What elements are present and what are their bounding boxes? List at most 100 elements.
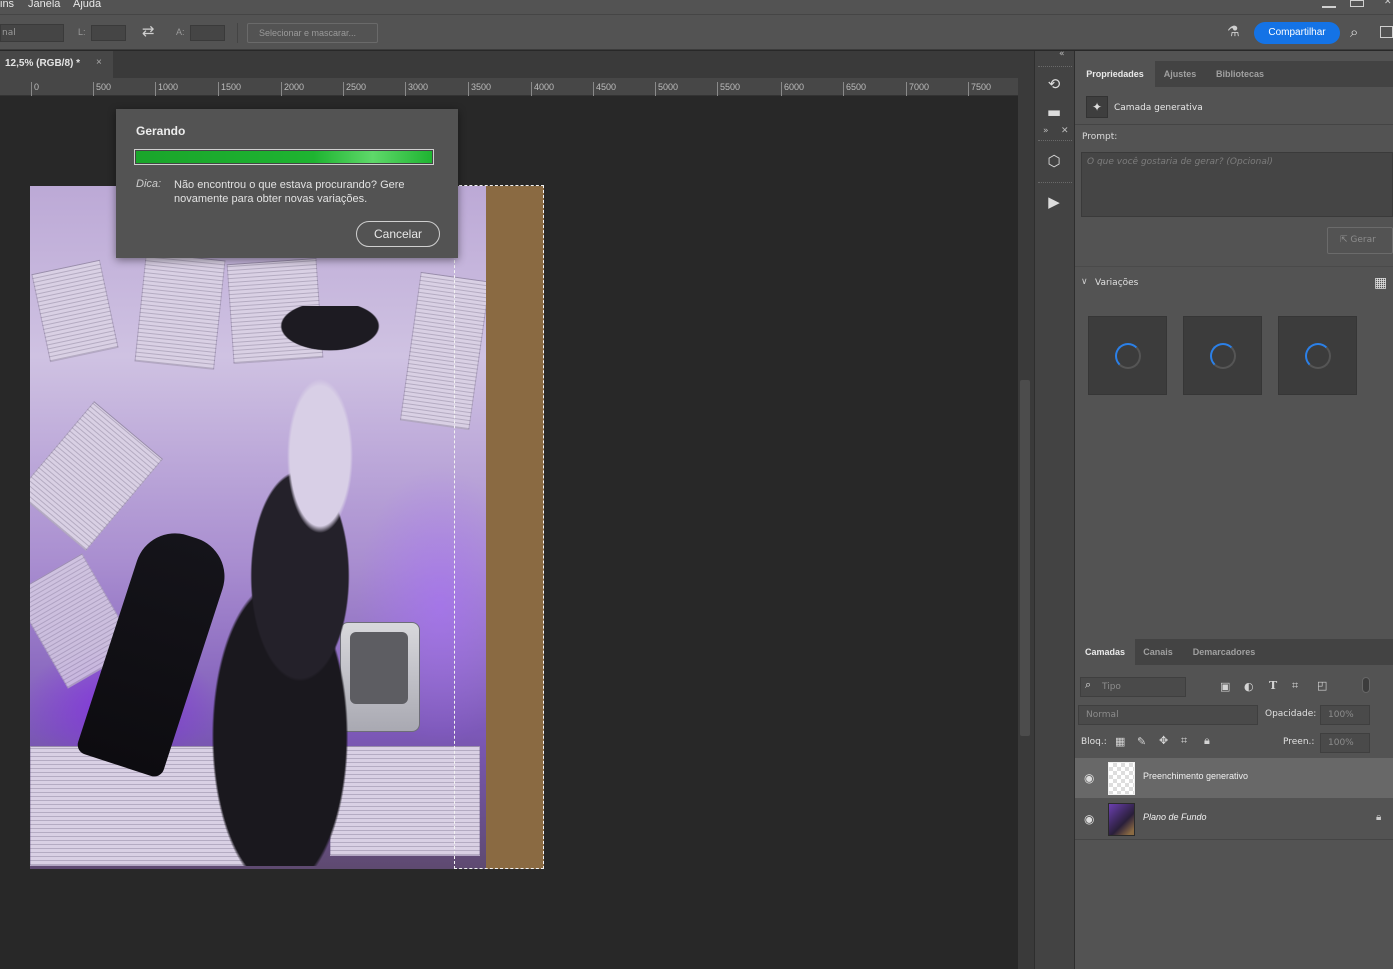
variations-label: Variações [1095, 278, 1139, 288]
ruler-tick: 6000 [781, 82, 804, 96]
select-and-mask-button[interactable]: Selecionar e mascarar... [247, 23, 378, 43]
lock-pixels-icon[interactable]: ✎ [1137, 735, 1146, 748]
filter-toggle[interactable] [1362, 677, 1370, 693]
smart-object-filter-icon[interactable]: ◰ [1317, 679, 1327, 692]
fill-label: Preen.: [1283, 737, 1315, 747]
maximize-icon[interactable] [1350, 0, 1364, 7]
ruler-tick: 0 [31, 82, 39, 96]
generate-icon: ⇱ [1340, 235, 1351, 245]
fill-input[interactable]: 100% [1320, 733, 1370, 753]
menu-help[interactable]: Ajuda [73, 0, 101, 10]
tip-label: Dica: [136, 178, 162, 190]
shape-filter-icon[interactable]: ⌗ [1292, 679, 1298, 693]
generating-dialog: Gerando Dica: Não encontrou o que estava… [116, 109, 458, 258]
height-input[interactable] [190, 25, 225, 41]
menu-plugins[interactable]: ins [0, 0, 14, 10]
ruler-tick: 2000 [281, 82, 304, 96]
progress-bar [134, 149, 434, 165]
minimize-icon[interactable] [1322, 0, 1336, 8]
search-icon: ⌕ [1085, 678, 1092, 691]
marquee-selection [454, 185, 544, 869]
variation-thumbnail-3[interactable] [1278, 316, 1357, 395]
expand-icon[interactable]: » [1043, 126, 1049, 136]
loading-spinner-icon [1210, 343, 1236, 369]
progress-fill [136, 151, 432, 163]
image-filter-icon[interactable]: ▣ [1220, 680, 1230, 693]
search-icon[interactable]: ⌕ [1350, 23, 1358, 41]
width-label: L: [78, 27, 86, 37]
grip [1038, 140, 1072, 144]
layer-row[interactable]: ◉ Preenchimento generativo [1075, 758, 1393, 798]
prompt-label: Prompt: [1082, 132, 1118, 142]
play-icon[interactable]: ▶ [1036, 187, 1072, 217]
ruler-tick: 3500 [468, 82, 491, 96]
comment-icon[interactable]: ▬ [1036, 97, 1072, 127]
variation-thumbnail-1[interactable] [1088, 316, 1167, 395]
lock-icon: 🔒︎ [1376, 812, 1382, 823]
tab-properties[interactable]: Propriedades [1075, 61, 1155, 87]
divider [1075, 266, 1393, 267]
grip [1038, 182, 1072, 186]
history-icon[interactable]: ⟲ [1036, 69, 1072, 99]
ruler-tick: 4500 [593, 82, 616, 96]
ruler-tick: 4000 [531, 82, 554, 96]
ruler-tick: 1500 [218, 82, 241, 96]
3d-cube-icon[interactable]: ⬡ [1036, 146, 1072, 176]
eye-icon[interactable]: ◉ [1084, 771, 1094, 785]
prompt-input[interactable]: O que você gostaria de gerar? (Opcional) [1081, 152, 1393, 217]
mode-dropdown[interactable]: nal [0, 24, 64, 42]
variation-thumbnail-2[interactable] [1183, 316, 1262, 395]
blend-mode-dropdown[interactable]: Normal [1078, 705, 1258, 725]
layer-filter-dropdown[interactable]: Tipo [1080, 677, 1186, 697]
dialog-title: Gerando [136, 124, 186, 138]
tab-paths[interactable]: Demarcadores [1181, 639, 1267, 665]
close-panel-icon[interactable]: ✕ [1061, 126, 1069, 136]
generate-button[interactable]: ⇱ Gerar [1327, 227, 1393, 254]
swap-icon[interactable]: ⇄ [142, 22, 155, 40]
layer-name: Plano de Fundo [1143, 812, 1207, 822]
ruler-tick: 3000 [405, 82, 428, 96]
layer-type-label: Camada generativa [1114, 103, 1203, 113]
ruler-tick: 1000 [155, 82, 178, 96]
scrollbar-thumb[interactable] [1020, 380, 1030, 736]
document-tab[interactable]: 12,5% (RGB/8) * × [0, 51, 113, 78]
width-input[interactable] [91, 25, 126, 41]
menu-window[interactable]: Janela [28, 0, 60, 10]
menu-bar: ins Janela Ajuda ✕ [0, 0, 1393, 14]
eye-icon[interactable]: ◉ [1084, 812, 1094, 826]
collapse-icon[interactable]: « [1059, 49, 1065, 59]
ruler-tick: 7500 [968, 82, 991, 96]
height-label: A: [176, 27, 185, 37]
type-filter-icon[interactable]: T [1269, 679, 1277, 692]
photo-image [30, 186, 486, 869]
lock-artboard-icon[interactable]: ⌗ [1181, 734, 1187, 748]
lock-transparency-icon[interactable]: ▦ [1115, 735, 1125, 748]
lock-position-icon[interactable]: ✥ [1159, 734, 1168, 747]
grid-view-icon[interactable]: ▦ [1374, 276, 1387, 290]
tab-channels[interactable]: Canais [1135, 639, 1181, 665]
cancel-button[interactable]: Cancelar [356, 221, 440, 247]
close-tab-icon[interactable]: × [96, 57, 102, 68]
divider [237, 23, 238, 43]
divider [1075, 124, 1393, 125]
generate-label: Gerar [1350, 235, 1376, 245]
adjustment-filter-icon[interactable]: ◐ [1244, 680, 1254, 693]
generative-layer-icon: ✦ [1086, 96, 1108, 118]
workspace-icon[interactable] [1380, 26, 1393, 38]
close-window-icon[interactable]: ✕ [1384, 0, 1393, 7]
flask-icon[interactable]: ⚗ [1227, 24, 1240, 40]
chevron-down-icon[interactable]: ∨ [1081, 277, 1088, 287]
ruler-tick: 5000 [655, 82, 678, 96]
layer-row[interactable]: ◉ Plano de Fundo 🔒︎ [1075, 799, 1393, 839]
loading-spinner-icon [1115, 343, 1141, 369]
layers-tabs: Camadas Canais Demarcadores [1075, 639, 1393, 665]
lock-all-icon[interactable]: 🔒︎ [1204, 734, 1210, 748]
ruler-tick: 5500 [717, 82, 740, 96]
opacity-input[interactable]: 100% [1320, 705, 1370, 725]
tab-libraries[interactable]: Bibliotecas [1205, 61, 1275, 87]
tab-adjustments[interactable]: Ajustes [1155, 61, 1205, 87]
tab-layers[interactable]: Camadas [1075, 639, 1135, 665]
horizontal-ruler: 0 500 1000 1500 2000 2500 3000 3500 4000… [0, 78, 1018, 96]
lock-label: Bloq.: [1081, 737, 1107, 747]
share-button[interactable]: Compartilhar [1254, 22, 1340, 44]
